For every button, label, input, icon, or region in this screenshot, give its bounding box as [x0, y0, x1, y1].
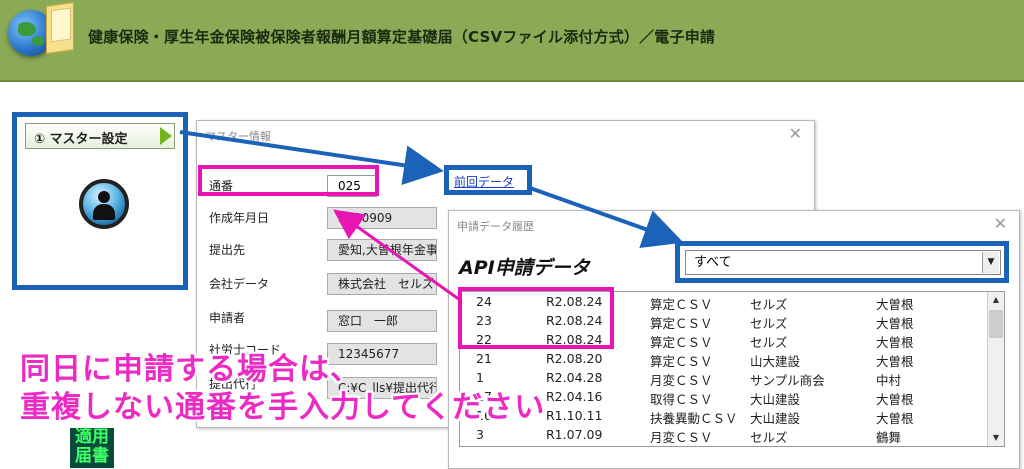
arrow-to-filter	[529, 186, 684, 249]
side-badge[interactable]: 適用 届書	[70, 428, 114, 468]
arrow-to-link	[179, 130, 444, 186]
annotation-line-2: 重複しない通番を手入力してください	[20, 390, 546, 425]
arrow-to-tsuuban	[333, 209, 461, 302]
